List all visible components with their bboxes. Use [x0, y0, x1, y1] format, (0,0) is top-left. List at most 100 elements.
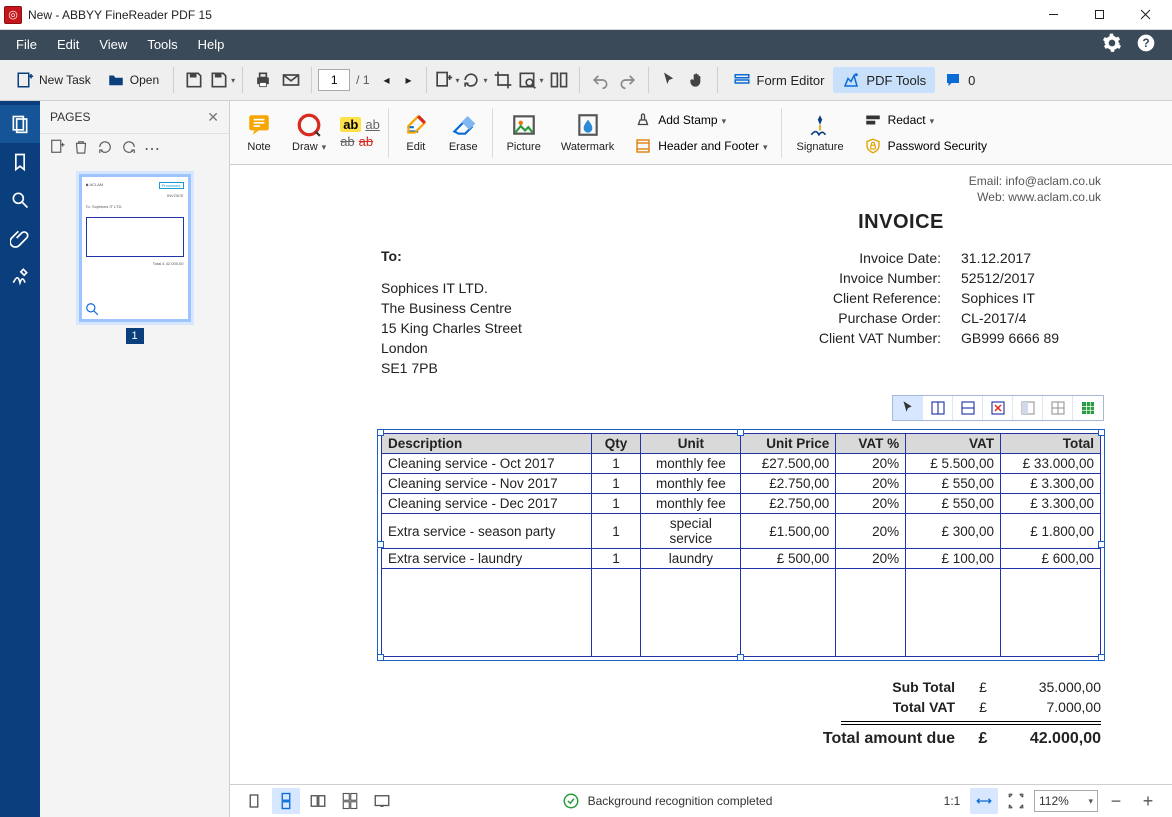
- add-stamp-button[interactable]: Add Stamp: [630, 108, 771, 132]
- add-page-button[interactable]: [433, 66, 461, 94]
- zoom-actual-button[interactable]: 1:1: [938, 788, 966, 814]
- email-button[interactable]: [277, 66, 305, 94]
- view-two-continuous-button[interactable]: [336, 788, 364, 814]
- tbl-merge-button[interactable]: [1013, 396, 1043, 420]
- signature-tool[interactable]: Signature: [786, 110, 853, 155]
- tbl-split-cell-button[interactable]: [1043, 396, 1073, 420]
- erase-tool[interactable]: Erase: [439, 110, 488, 155]
- thumb-delete-icon[interactable]: [72, 138, 90, 161]
- draw-label: Draw: [292, 141, 326, 153]
- settings-icon[interactable]: [1102, 33, 1122, 58]
- document-viewer[interactable]: Email: info@aclam.co.uk Web: www.aclam.c…: [230, 165, 1172, 784]
- doc-to-address: Sophices IT LTD. The Business Centre 15 …: [381, 278, 661, 378]
- header-footer-button[interactable]: Header and Footer: [630, 134, 771, 158]
- pdf-tools-button[interactable]: PDF Tools: [833, 67, 935, 93]
- view-fullscreen-button[interactable]: [368, 788, 396, 814]
- underline-tool[interactable]: ab: [365, 117, 379, 132]
- table-area-toolbar: [892, 395, 1104, 421]
- menu-help[interactable]: Help: [188, 30, 235, 60]
- password-button[interactable]: Password Security: [860, 134, 991, 158]
- table-row: Extra service - laundry1laundry£ 500,002…: [382, 549, 1101, 569]
- comments-button[interactable]: 0: [935, 67, 984, 93]
- view-two-page-button[interactable]: [304, 788, 332, 814]
- open-label: Open: [130, 73, 159, 87]
- table-header: VAT: [906, 434, 1001, 454]
- split-button[interactable]: [545, 66, 573, 94]
- tbl-pointer-button[interactable]: [893, 396, 923, 420]
- new-task-button[interactable]: New Task: [8, 64, 99, 96]
- tbl-add-vsplit-button[interactable]: [923, 396, 953, 420]
- resize-handle-tr[interactable]: [1098, 429, 1105, 436]
- crop-button[interactable]: [489, 66, 517, 94]
- thumb-more-icon[interactable]: ⋯: [144, 139, 162, 159]
- zoom-in-button[interactable]: +: [1134, 788, 1162, 814]
- redact-button[interactable]: Redact: [860, 108, 991, 132]
- resize-handle-bc[interactable]: [737, 654, 744, 661]
- menu-view[interactable]: View: [89, 30, 137, 60]
- save-button[interactable]: [180, 66, 208, 94]
- info-label: Client VAT Number:: [771, 328, 941, 348]
- resize-handle-tl[interactable]: [377, 429, 384, 436]
- form-editor-button[interactable]: Form Editor: [724, 67, 834, 93]
- pages-panel-close-icon[interactable]: ✕: [207, 109, 219, 126]
- resize-handle-br[interactable]: [1098, 654, 1105, 661]
- print-button[interactable]: [249, 66, 277, 94]
- thumb-rotate-cw-icon[interactable]: [120, 138, 138, 161]
- note-tool[interactable]: Note: [236, 110, 282, 155]
- view-single-button[interactable]: [240, 788, 268, 814]
- resize-handle-rc[interactable]: [1098, 541, 1105, 548]
- tbl-add-hsplit-button[interactable]: [953, 396, 983, 420]
- info-value: Sophices IT: [961, 288, 1101, 308]
- page-thumbnail-1[interactable]: ◆ ACLAMProcessed INVOICE To: Sophices IT…: [79, 174, 191, 322]
- pdf-tools-label: PDF Tools: [866, 73, 926, 88]
- close-button[interactable]: [1122, 0, 1168, 30]
- hand-tool-button[interactable]: [683, 66, 711, 94]
- save-as-button[interactable]: [208, 66, 236, 94]
- thumb-add-icon[interactable]: [48, 138, 66, 161]
- page-thumbnail-number: 1: [126, 328, 144, 344]
- rail-signatures-button[interactable]: [0, 257, 40, 295]
- rail-bookmarks-button[interactable]: [0, 143, 40, 181]
- rail-search-button[interactable]: [0, 181, 40, 219]
- help-icon[interactable]: ?: [1136, 33, 1156, 58]
- draw-tool[interactable]: Draw: [282, 110, 336, 155]
- status-bar: Background recognition completed 1:1 112…: [230, 784, 1172, 817]
- zoom-fit-page-button[interactable]: [1002, 788, 1030, 814]
- tbl-analyze-button[interactable]: [1073, 396, 1103, 420]
- resize-handle-tc[interactable]: [737, 429, 744, 436]
- edit-tool[interactable]: Edit: [393, 110, 439, 155]
- open-button[interactable]: Open: [99, 64, 167, 96]
- picture-tool[interactable]: Picture: [497, 110, 551, 155]
- rail-pages-button[interactable]: [0, 105, 40, 143]
- next-page-button[interactable]: ▸: [398, 66, 420, 94]
- resize-handle-bl[interactable]: [377, 654, 384, 661]
- invoice-table-selection[interactable]: DescriptionQtyUnitUnit PriceVAT %VATTota…: [381, 433, 1101, 657]
- info-value: 52512/2017: [961, 268, 1101, 288]
- page-number-input[interactable]: [318, 69, 350, 91]
- undo-button[interactable]: [586, 66, 614, 94]
- strike-red-tool[interactable]: ab: [359, 134, 373, 149]
- window-title: New - ABBYY FineReader PDF 15: [28, 8, 212, 22]
- table-row: Extra service - season party1special ser…: [382, 514, 1101, 549]
- menu-edit[interactable]: Edit: [47, 30, 89, 60]
- rotate-button[interactable]: [461, 66, 489, 94]
- menu-file[interactable]: File: [6, 30, 47, 60]
- tbl-remove-split-button[interactable]: [983, 396, 1013, 420]
- highlight-tool[interactable]: ab: [340, 117, 361, 132]
- watermark-tool[interactable]: Watermark: [551, 110, 624, 155]
- thumb-rotate-ccw-icon[interactable]: [96, 138, 114, 161]
- view-continuous-button[interactable]: [272, 788, 300, 814]
- minimize-button[interactable]: [1030, 0, 1076, 30]
- resize-handle-lc[interactable]: [377, 541, 384, 548]
- maximize-button[interactable]: [1076, 0, 1122, 30]
- pointer-tool-button[interactable]: [655, 66, 683, 94]
- redo-button[interactable]: [614, 66, 642, 94]
- strike-tool[interactable]: ab: [340, 134, 354, 149]
- prev-page-button[interactable]: ◂: [376, 66, 398, 94]
- rail-attachments-button[interactable]: [0, 219, 40, 257]
- recognize-button[interactable]: [517, 66, 545, 94]
- zoom-out-button[interactable]: −: [1102, 788, 1130, 814]
- menu-tools[interactable]: Tools: [137, 30, 187, 60]
- zoom-fit-width-button[interactable]: [970, 788, 998, 814]
- zoom-select[interactable]: 112%: [1034, 790, 1098, 812]
